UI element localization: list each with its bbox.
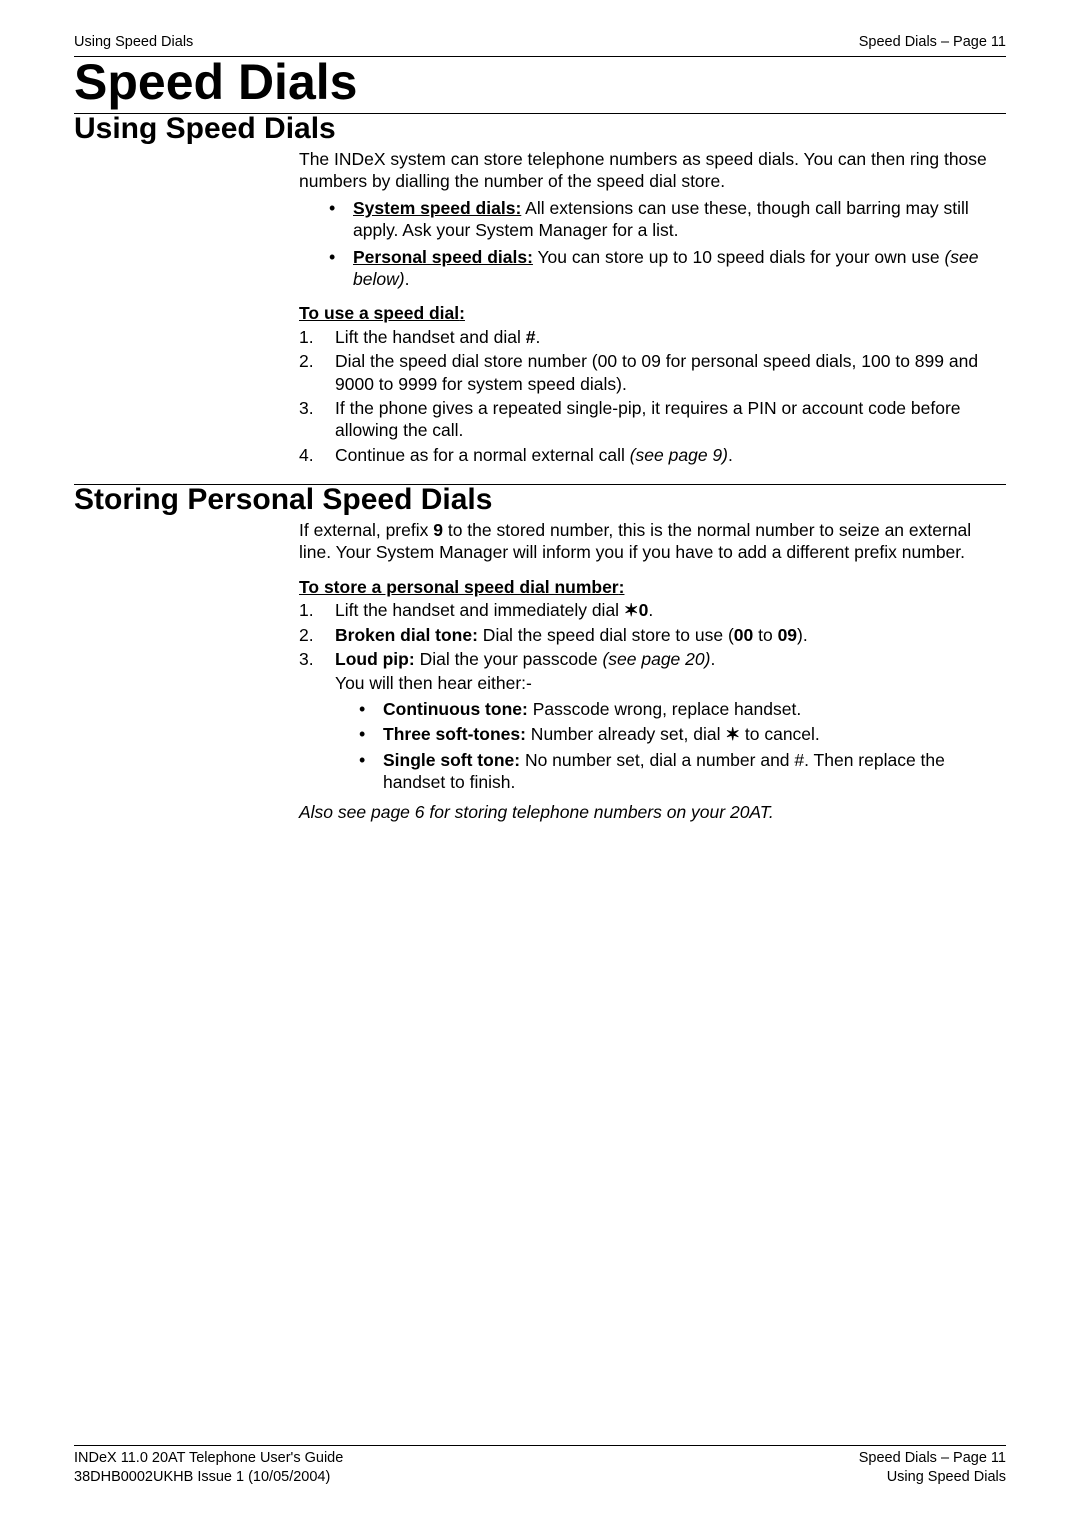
store-steps: 1.Lift the handset and immediately dial … <box>299 599 1006 793</box>
bullet-personal-label: Personal speed dials: <box>353 247 533 267</box>
to-store-subhead: To store a personal speed dial number: <box>299 576 1006 598</box>
storing-intro: If external, prefix 9 to the stored numb… <box>299 519 1006 564</box>
store-step-2: 2.Broken dial tone: Dial the speed dial … <box>299 624 1006 646</box>
store-step-3: 3.Loud pip: Dial the your passcode (see … <box>299 648 1006 793</box>
section-storing-title: Storing Personal Speed Dials <box>74 483 1006 517</box>
section-storing-body: If external, prefix 9 to the stored numb… <box>299 519 1006 824</box>
footer-right-1: Speed Dials – Page 11 <box>859 1449 1006 1469</box>
page-header: Using Speed Dials Speed Dials – Page 11 <box>74 34 1006 50</box>
star-icon: ✶ <box>725 724 740 744</box>
section-using-body: The INDeX system can store telephone num… <box>299 148 1006 466</box>
use-steps: 1.Lift the handset and dial #. 2.Dial th… <box>299 326 1006 466</box>
tone-bullets: Continuous tone: Passcode wrong, replace… <box>335 698 1006 794</box>
bullet-personal-text: You can store up to 10 speed dials for y… <box>533 247 945 267</box>
to-use-subhead: To use a speed dial: <box>299 302 1006 324</box>
tone-three-soft: Three soft-tones: Number already set, di… <box>359 723 1006 745</box>
page-title: Speed Dials <box>74 53 1006 111</box>
use-step-1: 1.Lift the handset and dial #. <box>299 326 1006 348</box>
footer-right-2: Using Speed Dials <box>887 1468 1006 1488</box>
tone-continuous: Continuous tone: Passcode wrong, replace… <box>359 698 1006 720</box>
page-footer: INDeX 11.0 20AT Telephone User's Guide S… <box>74 1445 1006 1488</box>
footer-left-1: INDeX 11.0 20AT Telephone User's Guide <box>74 1449 343 1469</box>
intro-paragraph: The INDeX system can store telephone num… <box>299 148 1006 193</box>
also-see: Also see page 6 for storing telephone nu… <box>299 801 1006 823</box>
star-icon: ✶ <box>624 600 639 620</box>
bullet-system-label: System speed dials: <box>353 198 521 218</box>
bullet-system: System speed dials: All extensions can u… <box>329 197 1006 242</box>
bullet-personal: Personal speed dials: You can store up t… <box>329 246 1006 291</box>
hear-either: You will then hear either:- <box>335 672 1006 694</box>
use-step-4: 4.Continue as for a normal external call… <box>299 444 1006 466</box>
bullet-personal-tail: . <box>405 269 410 289</box>
header-right: Speed Dials – Page 11 <box>859 34 1006 50</box>
footer-rule <box>74 1445 1006 1446</box>
footer-left-2: 38DHB0002UKHB Issue 1 (10/05/2004) <box>74 1468 330 1488</box>
header-left: Using Speed Dials <box>74 34 193 50</box>
feature-bullets: System speed dials: All extensions can u… <box>299 197 1006 291</box>
use-step-2: 2.Dial the speed dial store number (00 t… <box>299 350 1006 395</box>
use-step-3: 3.If the phone gives a repeated single-p… <box>299 397 1006 442</box>
store-step-1: 1.Lift the handset and immediately dial … <box>299 599 1006 621</box>
section-using-title: Using Speed Dials <box>74 112 1006 146</box>
tone-single-soft: Single soft tone: No number set, dial a … <box>359 749 1006 794</box>
